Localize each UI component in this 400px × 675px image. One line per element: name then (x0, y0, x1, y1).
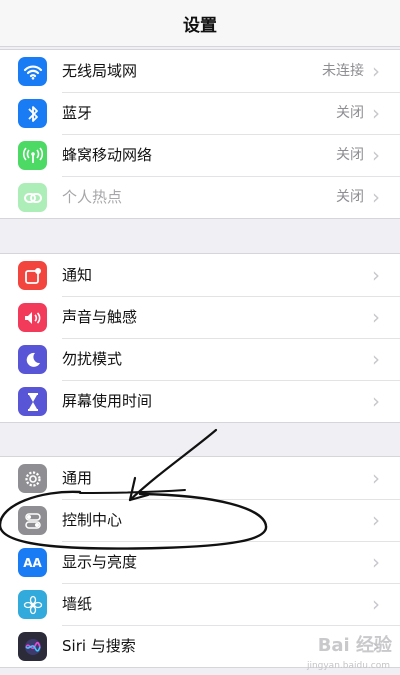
settings-row-label: 蓝牙 (62, 104, 93, 122)
gear-icon (18, 464, 47, 493)
text-size-glyph: AA (23, 555, 42, 570)
watermark-url: jingyan.baidu.com (306, 661, 390, 671)
wifi-icon (18, 57, 47, 86)
page-title: 设置 (183, 15, 217, 36)
chevron-right-icon: › (372, 263, 380, 287)
settings-row-label: 声音与触感 (62, 308, 138, 326)
notifications-group: 通知 › 声音与触感 › 勿扰模式 › 屏幕使用时间 › (0, 253, 400, 423)
moon-icon (18, 345, 47, 374)
chevron-right-icon: › (372, 389, 380, 413)
text-size-icon: AA (18, 548, 47, 577)
chevron-right-icon: › (372, 508, 380, 532)
settings-row-value: 关闭 (336, 147, 364, 163)
hourglass-icon (18, 387, 47, 416)
wallpaper-flower-icon (18, 590, 47, 619)
chevron-right-icon: › (372, 592, 380, 616)
hotspot-link-icon (18, 183, 47, 212)
settings-row-hotspot[interactable]: 个人热点 关闭 › (0, 176, 400, 218)
settings-row-value: 关闭 (336, 189, 364, 205)
settings-row-label: 控制中心 (62, 511, 123, 529)
bluetooth-icon (18, 99, 47, 128)
notification-icon (18, 261, 47, 290)
settings-row-label: 勿扰模式 (62, 350, 123, 368)
settings-row-label: 通知 (62, 266, 93, 284)
settings-row-label: 蜂窝移动网络 (62, 146, 153, 164)
settings-row-value: 关闭 (336, 105, 364, 121)
chevron-right-icon: › (372, 185, 380, 209)
settings-row-cellular[interactable]: 蜂窝移动网络 关闭 › (0, 134, 400, 176)
connectivity-group: 无线局域网 未连接 › 蓝牙 关闭 › 蜂窝移动网络 关闭 › 个人热点 关闭 … (0, 49, 400, 219)
settings-row-control-center[interactable]: 控制中心 › (0, 499, 400, 541)
chevron-right-icon: › (372, 466, 380, 490)
settings-row-label: 显示与亮度 (62, 553, 138, 571)
settings-row-sounds[interactable]: 声音与触感 › (0, 296, 400, 338)
watermark-logo: Bai 经验 (317, 635, 392, 656)
chevron-right-icon: › (372, 101, 380, 125)
settings-row-general[interactable]: 通用 › (0, 457, 400, 499)
settings-row-wifi[interactable]: 无线局域网 未连接 › (0, 50, 400, 92)
settings-row-label: 个人热点 (62, 188, 123, 206)
settings-row-do-not-disturb[interactable]: 勿扰模式 › (0, 338, 400, 380)
toggle-switches-icon (18, 506, 47, 535)
siri-icon (18, 632, 47, 661)
chevron-right-icon: › (372, 143, 380, 167)
settings-row-bluetooth[interactable]: 蓝牙 关闭 › (0, 92, 400, 134)
chevron-right-icon: › (372, 550, 380, 574)
chevron-right-icon: › (372, 59, 380, 83)
chevron-right-icon: › (372, 347, 380, 371)
settings-row-screen-time[interactable]: 屏幕使用时间 › (0, 380, 400, 422)
settings-row-notifications[interactable]: 通知 › (0, 254, 400, 296)
speaker-icon (18, 303, 47, 332)
settings-row-label: Siri 与搜索 (62, 637, 136, 655)
settings-row-label: 屏幕使用时间 (62, 392, 153, 410)
settings-row-value: 未连接 (322, 63, 364, 79)
settings-row-wallpaper[interactable]: 墙纸 › (0, 583, 400, 625)
chevron-right-icon: › (372, 305, 380, 329)
navigation-bar: 设置 (0, 0, 400, 47)
settings-row-display[interactable]: AA 显示与亮度 › (0, 541, 400, 583)
settings-row-label: 无线局域网 (62, 62, 138, 80)
settings-row-label: 墙纸 (62, 595, 93, 613)
settings-row-label: 通用 (62, 469, 93, 487)
cellular-antenna-icon (18, 141, 47, 170)
